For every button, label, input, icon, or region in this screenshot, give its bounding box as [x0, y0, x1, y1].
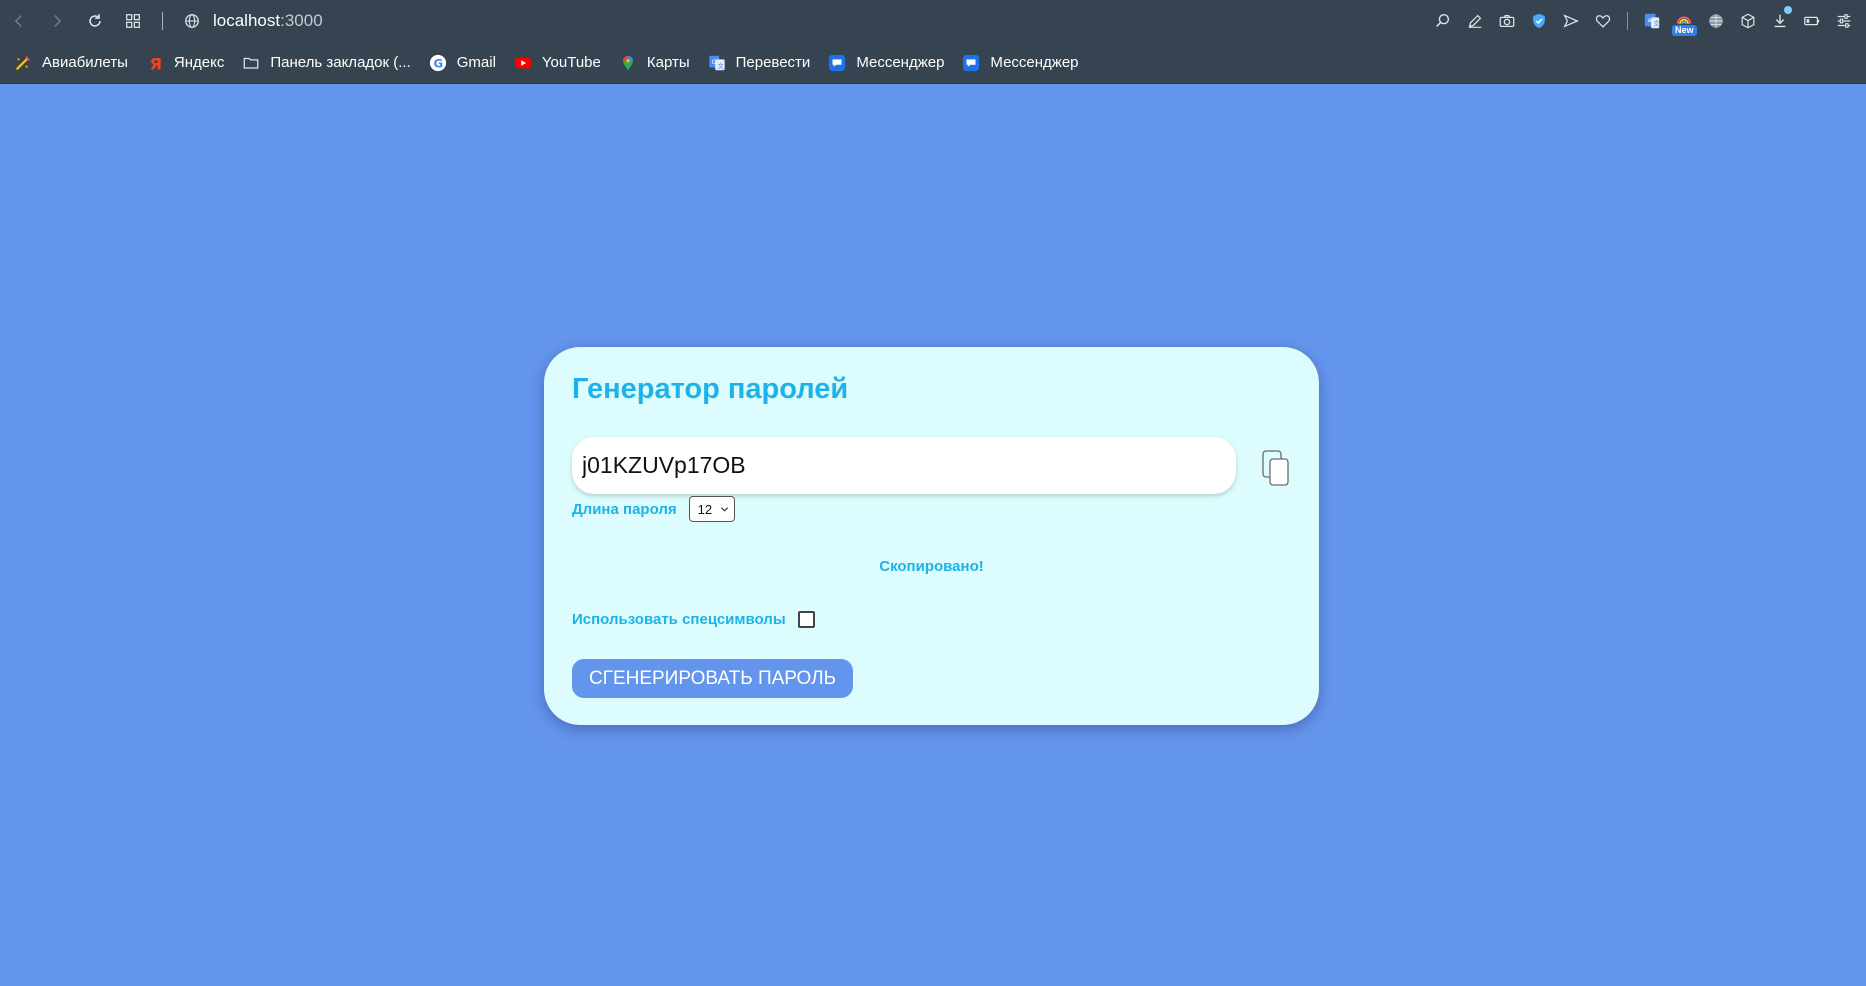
- yandex-icon: Я: [146, 54, 164, 72]
- chevron-left-icon: [14, 15, 22, 27]
- vpn-shield-button[interactable]: [1523, 0, 1555, 42]
- extensions-button[interactable]: [1732, 0, 1764, 42]
- copied-status: Скопировано!: [879, 558, 984, 575]
- bookmark-label: Панель закладок (...: [270, 54, 411, 71]
- notification-dot: [1784, 6, 1792, 14]
- camera-icon: [1499, 14, 1515, 28]
- url-host: localhost: [213, 11, 281, 30]
- length-label: Длина пароля: [572, 500, 677, 518]
- bookmark-item[interactable]: G Gmail: [429, 54, 496, 72]
- toolbar-divider: [162, 12, 163, 30]
- bookmark-label: Мессенджер: [856, 54, 945, 71]
- back-button[interactable]: [0, 0, 38, 42]
- copy-icon: [1262, 450, 1289, 486]
- password-generator-card: Генератор паролей Длина пароля 12 Скопир…: [544, 347, 1319, 725]
- rainbow-extension-button[interactable]: New: [1668, 0, 1700, 42]
- download-icon: [1774, 14, 1786, 28]
- url-text[interactable]: localhost:3000: [213, 11, 323, 31]
- vpn-globe-button[interactable]: [1700, 0, 1732, 42]
- length-select-value: 12: [697, 501, 713, 517]
- screenshot-button[interactable]: [1491, 0, 1523, 42]
- shield-check-icon: [1533, 13, 1545, 29]
- google-icon: G: [429, 54, 447, 72]
- settings-button[interactable]: [1828, 0, 1860, 42]
- globe-icon: [173, 12, 211, 30]
- bookmark-item[interactable]: Мессенджер: [962, 54, 1079, 72]
- globe-icon: [1709, 14, 1723, 28]
- folder-icon: [242, 54, 260, 72]
- new-badge: New: [1672, 25, 1697, 36]
- bookmark-label: Карты: [646, 54, 690, 71]
- svg-text:文: 文: [1653, 19, 1660, 28]
- copy-button[interactable]: [1262, 450, 1290, 486]
- svg-text:文: 文: [717, 60, 724, 69]
- bookmark-item[interactable]: Карты: [619, 54, 690, 72]
- messenger-icon: [828, 54, 846, 72]
- messenger-icon: [962, 54, 980, 72]
- chevron-down-icon: [720, 507, 728, 512]
- svg-text:a: a: [1648, 17, 1652, 24]
- plane-ticket-icon: [14, 54, 32, 72]
- send-button[interactable]: [1555, 0, 1587, 42]
- forward-button[interactable]: [38, 0, 76, 42]
- favorite-button[interactable]: [1587, 0, 1619, 42]
- downloads-button[interactable]: [1764, 0, 1796, 42]
- pencil-icon: [1468, 14, 1482, 28]
- translate-extension-button[interactable]: a文: [1636, 0, 1668, 42]
- browser-toolbar: localhost:3000 a文 New: [0, 0, 1866, 42]
- grid-icon: [126, 14, 140, 28]
- heart-icon: [1595, 15, 1611, 28]
- battery-saver-button[interactable]: [1796, 0, 1828, 42]
- reload-button[interactable]: [76, 0, 114, 42]
- special-chars-checkbox[interactable]: [797, 611, 815, 628]
- reload-icon: [89, 14, 101, 27]
- url-port: :3000: [280, 11, 323, 30]
- bookmark-item[interactable]: Мессенджер: [828, 54, 944, 72]
- length-select[interactable]: 12: [688, 496, 735, 522]
- svg-text:Я: Я: [150, 54, 162, 72]
- special-chars-label: Использовать спецсимволы: [572, 611, 786, 628]
- search-zoom-button[interactable]: [1427, 0, 1459, 42]
- password-field-wrapper: [572, 437, 1236, 494]
- edit-page-button[interactable]: [1459, 0, 1491, 42]
- bookmark-item[interactable]: YouTube: [514, 54, 601, 72]
- length-row: Длина пароля 12: [572, 496, 735, 522]
- bookmark-label: Яндекс: [173, 54, 225, 71]
- tabs-grid-button[interactable]: [114, 0, 152, 42]
- translate-extension-icon: a文: [1644, 13, 1660, 29]
- bookmarks-bar: Авиабилеты Я Яндекс Панель закладок (...…: [0, 42, 1866, 84]
- cube-icon: [1741, 13, 1755, 29]
- bookmark-label: Мессенджер: [990, 54, 1079, 71]
- bookmark-label: YouTube: [541, 54, 601, 71]
- toolbar-right-icons: a文 New: [1427, 0, 1866, 42]
- bookmark-item[interactable]: G文 Перевести: [708, 54, 811, 72]
- address-bar[interactable]: localhost:3000: [173, 0, 1427, 42]
- maps-pin-icon: [619, 54, 637, 72]
- send-arrow-icon: [1563, 14, 1579, 28]
- chevron-right-icon: [54, 15, 62, 27]
- generate-password-button[interactable]: СГЕНЕРИРОВАТЬ ПАРОЛЬ: [572, 659, 853, 698]
- bookmark-item[interactable]: Панель закладок (...: [242, 54, 411, 72]
- bookmark-item[interactable]: Авиабилеты: [14, 54, 128, 72]
- bookmark-label: Авиабилеты: [42, 54, 128, 71]
- magnifier-icon: [1436, 14, 1450, 27]
- sliders-icon: [1837, 14, 1851, 28]
- bookmark-item[interactable]: Я Яндекс: [146, 54, 225, 72]
- bookmark-label: Перевести: [735, 54, 811, 71]
- bookmark-label: Gmail: [456, 54, 496, 71]
- password-output-field[interactable]: [572, 437, 1236, 494]
- toolbar-divider: [1627, 12, 1628, 30]
- translate-icon: G文: [708, 54, 726, 72]
- youtube-icon: [514, 54, 532, 72]
- svg-text:G: G: [711, 58, 716, 65]
- page-title: Генератор паролей: [572, 373, 849, 405]
- special-chars-row: Использовать спецсимволы: [572, 611, 815, 628]
- svg-text:G: G: [433, 56, 443, 70]
- battery-icon: [1804, 16, 1820, 26]
